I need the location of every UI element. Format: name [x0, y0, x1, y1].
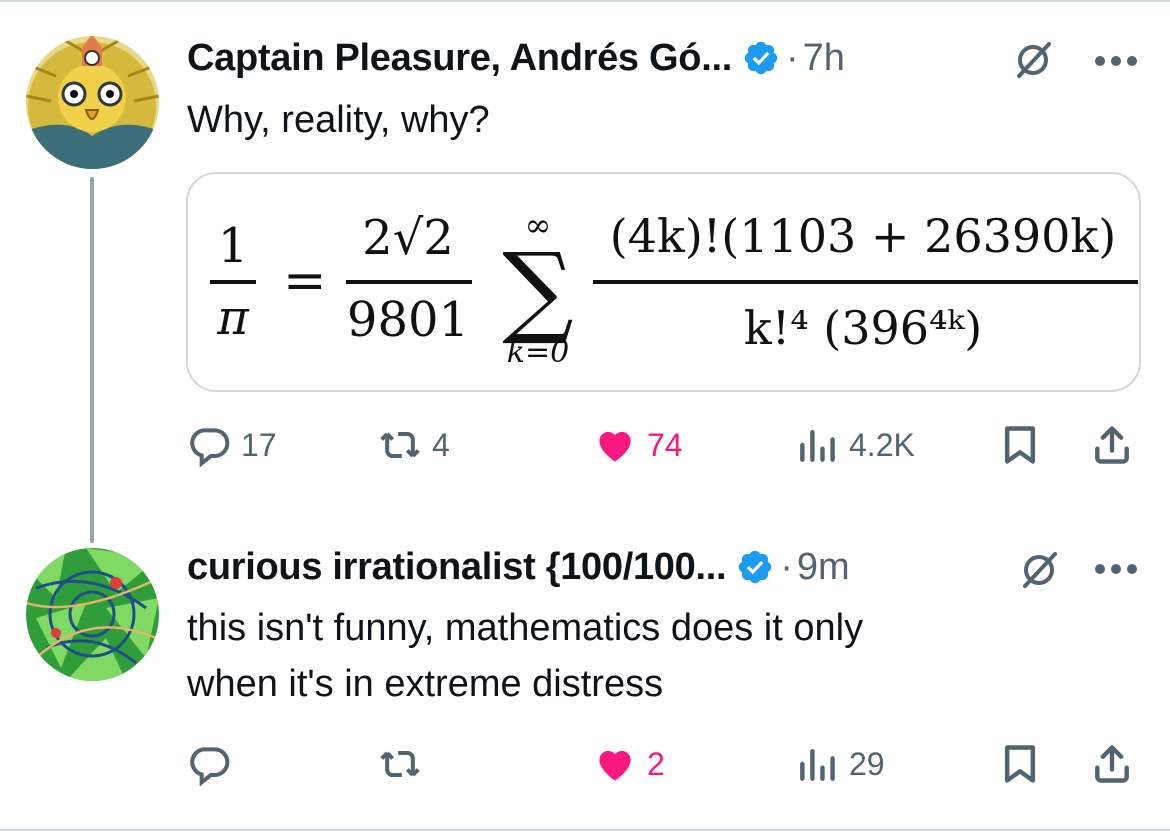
bookmark-button[interactable]	[998, 742, 1042, 786]
like-button[interactable]: 2	[593, 742, 665, 786]
formula-coef-numerator: 2√2	[362, 210, 454, 266]
formula-sum-lower: k=0	[507, 335, 569, 370]
share-icon	[1095, 745, 1129, 783]
bookmark-icon	[1004, 745, 1036, 783]
formula-coef-denominator: 9801	[347, 292, 469, 348]
separator-dot: ·	[780, 545, 793, 588]
thread-connector-line	[90, 177, 94, 543]
tweet-time[interactable]: 7h	[803, 37, 845, 80]
views-count: 29	[849, 745, 885, 782]
reply-icon	[190, 747, 230, 786]
reply-count: 17	[241, 426, 277, 463]
tweet-text-line: this isn't funny, mathematics does it on…	[187, 607, 864, 649]
tweet-actions: 17 4 74 4.2K	[0, 423, 1170, 467]
more-icon[interactable]	[1092, 562, 1140, 576]
heart-icon	[599, 750, 631, 781]
views-icon	[800, 748, 835, 781]
grok-icon[interactable]	[1013, 40, 1053, 80]
retweet-count: 4	[432, 426, 450, 463]
tweet-header: Captain Pleasure, Andrés Gó... · 7h	[187, 33, 845, 83]
verified-badge-icon	[739, 550, 772, 584]
more-icon[interactable]	[1092, 54, 1140, 68]
share-icon	[1095, 426, 1129, 464]
grok-icon[interactable]	[1019, 550, 1059, 590]
bookmark-button[interactable]	[998, 423, 1042, 467]
retweet-icon	[380, 431, 420, 459]
tweet-text-line: when it's in extreme distress	[187, 663, 664, 705]
retweet-button[interactable]	[378, 742, 432, 786]
share-button[interactable]	[1090, 423, 1134, 467]
reply-button[interactable]: 17	[187, 423, 277, 467]
formula-lhs-numerator: 1	[218, 218, 249, 274]
tweet-time[interactable]: 9m	[797, 546, 850, 589]
media-card[interactable]: 1 π = 2√2 9801 ∞ ∑ k=0 (4k)!(1103 + 2639…	[186, 172, 1141, 392]
formula-equals: =	[283, 251, 327, 311]
like-count: 74	[647, 426, 683, 463]
share-button[interactable]	[1090, 742, 1134, 786]
heart-icon	[599, 431, 631, 462]
like-count: 2	[647, 745, 665, 782]
avatar[interactable]	[26, 36, 159, 169]
avatar[interactable]	[26, 548, 159, 681]
tweet-text: this isn't funny, mathematics does it on…	[187, 600, 863, 712]
formula-lhs-denominator: π	[216, 290, 250, 346]
tweet-text: Why, reality, why?	[187, 99, 490, 141]
tweet-actions: 2 29	[0, 742, 1170, 786]
views-icon	[800, 429, 835, 462]
retweet-icon	[380, 750, 420, 778]
retweet-button[interactable]: 4	[378, 423, 450, 467]
formula-term-numerator: (4k)!(1103 + 26390k)	[610, 209, 1116, 263]
views-button[interactable]: 4.2K	[795, 423, 915, 467]
formula-term-denominator: k!⁴ (396⁴ᵏ)	[744, 301, 982, 355]
author-name[interactable]: curious irrationalist {100/100...	[187, 546, 727, 589]
views-count: 4.2K	[849, 426, 915, 463]
reply-icon	[190, 428, 230, 467]
like-button[interactable]: 74	[593, 423, 683, 467]
author-name[interactable]: Captain Pleasure, Andrés Gó...	[187, 37, 732, 80]
views-button[interactable]: 29	[795, 742, 885, 786]
formula-sigma: ∑	[502, 231, 573, 348]
separator-dot: ·	[785, 36, 799, 79]
tweet-header: curious irrationalist {100/100... · 9m	[187, 542, 850, 592]
reply-button[interactable]	[187, 742, 241, 786]
ramanujan-formula-image: 1 π = 2√2 9801 ∞ ∑ k=0 (4k)!(1103 + 2639…	[210, 206, 1138, 370]
verified-badge-icon	[744, 41, 778, 75]
bookmark-icon	[1004, 426, 1036, 464]
